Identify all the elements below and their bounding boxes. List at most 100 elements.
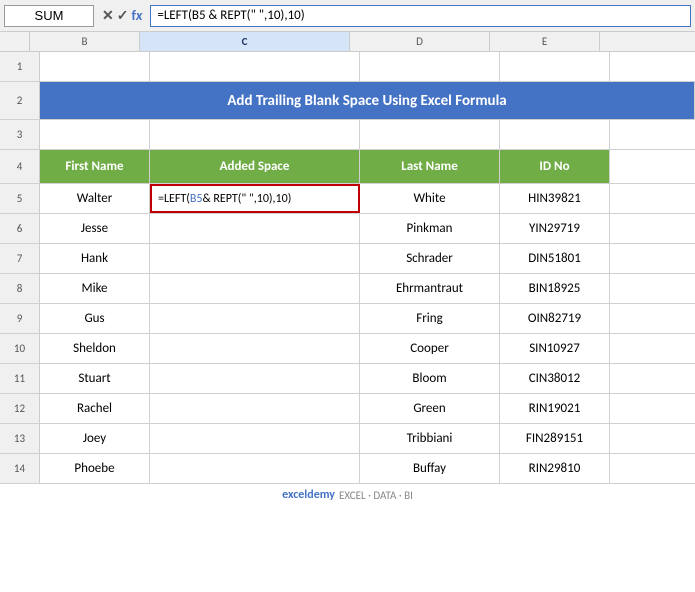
cell-e11[interactable]: CIN38012	[500, 364, 610, 393]
title-cell: Add Trailing Blank Space Using Excel For…	[40, 82, 695, 119]
cell-d6[interactable]: Pinkman	[360, 214, 500, 243]
row-9: 9Gus FringOIN82719	[0, 304, 695, 334]
cell-b11[interactable]: Stuart	[40, 364, 150, 393]
confirm-icon[interactable]: ✓	[117, 7, 129, 24]
watermark-logo: exceldemy	[282, 488, 335, 502]
rownum-1: 1	[0, 52, 40, 81]
col-header-c[interactable]: C	[140, 32, 350, 51]
cell-d11[interactable]: Bloom	[360, 364, 500, 393]
formula-bar-container: SUM ✕ ✓ fx	[0, 0, 695, 32]
rownum-4: 4	[0, 150, 40, 183]
cell-b7[interactable]: Hank	[40, 244, 150, 273]
cancel-icon[interactable]: ✕	[102, 7, 114, 24]
watermark: exceldemy EXCEL · DATA · BI	[282, 488, 413, 502]
rownum-10: 10	[0, 334, 40, 363]
cell-c8[interactable]	[150, 274, 360, 303]
header-id-no: ID No	[500, 150, 610, 183]
rownum-6: 6	[0, 214, 40, 243]
cell-b14[interactable]: Phoebe	[40, 454, 150, 483]
col-header-b[interactable]: B	[30, 32, 140, 51]
cell-e13[interactable]: FIN289151	[500, 424, 610, 453]
cell-e12[interactable]: RIN19021	[500, 394, 610, 423]
rownum-9: 9	[0, 304, 40, 333]
cell-c10[interactable]	[150, 334, 360, 363]
row-4: 4 First Name Added Space Last Name ID No	[0, 150, 695, 184]
cell-b5[interactable]: Walter	[40, 184, 150, 213]
rownum-14: 14	[0, 454, 40, 483]
cell-d12[interactable]: Green	[360, 394, 500, 423]
cell-d5[interactable]: White	[360, 184, 500, 213]
cell-e5[interactable]: HIN39821	[500, 184, 610, 213]
cell-d9[interactable]: Fring	[360, 304, 500, 333]
cell-b12[interactable]: Rachel	[40, 394, 150, 423]
row-7: 7Hank SchraderDIN51801	[0, 244, 695, 274]
cell-d8[interactable]: Ehrmantraut	[360, 274, 500, 303]
cell-c1[interactable]	[150, 52, 360, 81]
cell-e10[interactable]: SIN10927	[500, 334, 610, 363]
data-rows: 5Walter=LEFT(B5 & REPT(" ",10),10)WhiteH…	[0, 184, 695, 484]
row-11: 11Stuart BloomCIN38012	[0, 364, 695, 394]
cell-c3[interactable]	[150, 120, 360, 149]
cell-c13[interactable]	[150, 424, 360, 453]
cell-d10[interactable]: Cooper	[360, 334, 500, 363]
rownum-3: 3	[0, 120, 40, 149]
cell-e8[interactable]: BIN18925	[500, 274, 610, 303]
column-headers: B C D E	[0, 32, 695, 52]
cell-e14[interactable]: RIN29810	[500, 454, 610, 483]
cell-b9[interactable]: Gus	[40, 304, 150, 333]
header-added-space: Added Space	[150, 150, 360, 183]
cell-d1[interactable]	[360, 52, 500, 81]
cell-c11[interactable]	[150, 364, 360, 393]
cell-c9[interactable]	[150, 304, 360, 333]
cell-c7[interactable]	[150, 244, 360, 273]
header-last-name: Last Name	[360, 150, 500, 183]
cell-b3[interactable]	[40, 120, 150, 149]
rownum-13: 13	[0, 424, 40, 453]
cell-d3[interactable]	[360, 120, 500, 149]
cell-e9[interactable]: OIN82719	[500, 304, 610, 333]
row-14: 14Phoebe BuffayRIN29810	[0, 454, 695, 484]
cell-e1[interactable]	[500, 52, 610, 81]
formula-input[interactable]	[150, 5, 691, 27]
row-10: 10Sheldon CooperSIN10927	[0, 334, 695, 364]
cell-c6[interactable]	[150, 214, 360, 243]
watermark-tagline: EXCEL · DATA · BI	[339, 489, 413, 502]
row-2: 2 Add Trailing Blank Space Using Excel F…	[0, 82, 695, 120]
rownum-2: 2	[0, 82, 40, 119]
row-6: 6Jesse PinkmanYIN29719	[0, 214, 695, 244]
cell-b6[interactable]: Jesse	[40, 214, 150, 243]
row-12: 12Rachel GreenRIN19021	[0, 394, 695, 424]
rownum-12: 12	[0, 394, 40, 423]
rownum-11: 11	[0, 364, 40, 393]
cell-e7[interactable]: DIN51801	[500, 244, 610, 273]
spreadsheet: 1 2 Add Trailing Blank Space Using Excel…	[0, 52, 695, 484]
cell-b13[interactable]: Joey	[40, 424, 150, 453]
cell-e6[interactable]: YIN29719	[500, 214, 610, 243]
name-box[interactable]: SUM	[4, 5, 94, 27]
col-header-d[interactable]: D	[350, 32, 490, 51]
cell-b1[interactable]	[40, 52, 150, 81]
watermark-row: exceldemy EXCEL · DATA · BI	[0, 484, 695, 506]
formula-icons: ✕ ✓ fx	[98, 7, 146, 24]
row-3: 3	[0, 120, 695, 150]
cell-d13[interactable]: Tribbiani	[360, 424, 500, 453]
cell-c14[interactable]	[150, 454, 360, 483]
header-first-name: First Name	[40, 150, 150, 183]
cell-d7[interactable]: Schrader	[360, 244, 500, 273]
cell-d14[interactable]: Buffay	[360, 454, 500, 483]
row-13: 13Joey TribbianiFIN289151	[0, 424, 695, 454]
cell-e3[interactable]	[500, 120, 610, 149]
header-row-num	[0, 32, 30, 51]
row-8: 8Mike EhrmantrautBIN18925	[0, 274, 695, 304]
rownum-8: 8	[0, 274, 40, 303]
rownum-7: 7	[0, 244, 40, 273]
col-header-e[interactable]: E	[490, 32, 600, 51]
cell-b10[interactable]: Sheldon	[40, 334, 150, 363]
row-5: 5Walter=LEFT(B5 & REPT(" ",10),10)WhiteH…	[0, 184, 695, 214]
row-1: 1	[0, 52, 695, 82]
cell-c5[interactable]: =LEFT(B5 & REPT(" ",10),10)	[150, 184, 360, 213]
cell-c12[interactable]	[150, 394, 360, 423]
rownum-5: 5	[0, 184, 40, 213]
cell-b8[interactable]: Mike	[40, 274, 150, 303]
function-icon[interactable]: fx	[131, 7, 142, 24]
